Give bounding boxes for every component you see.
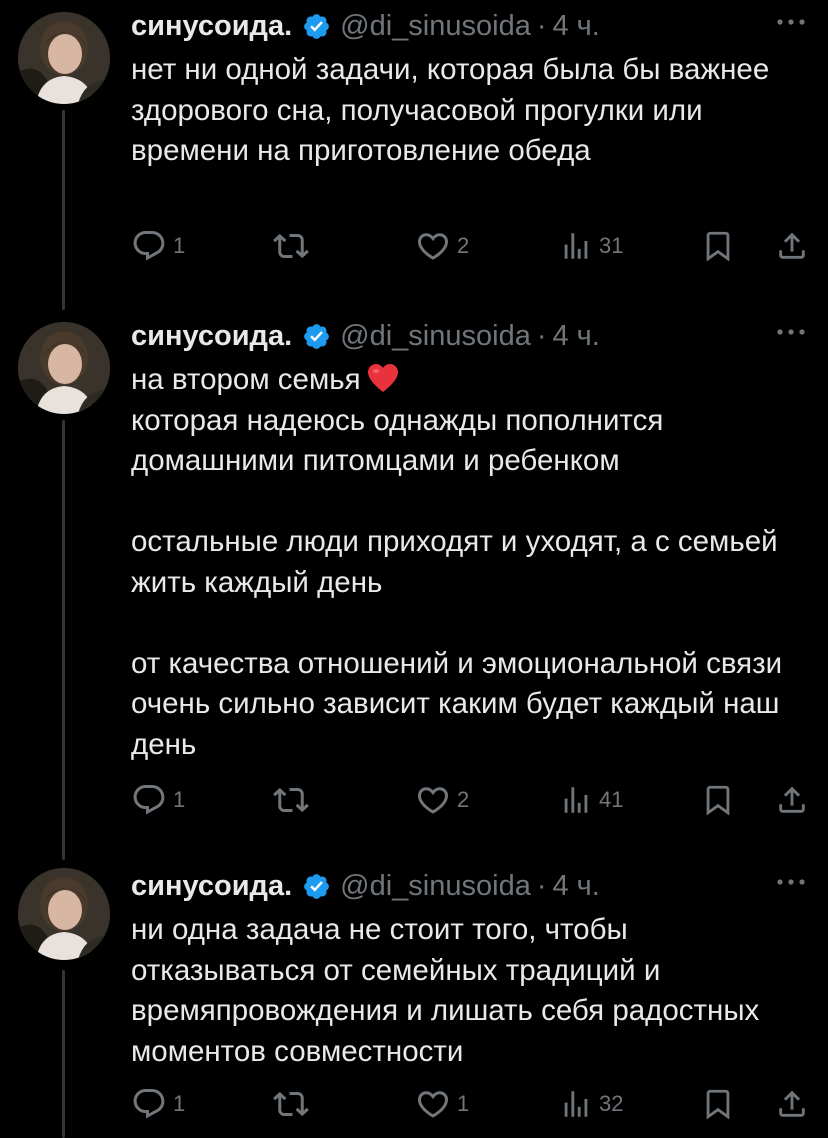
tweet-paragraph: которая надеюсь однажды пополнится домаш…: [131, 403, 672, 478]
share-button[interactable]: [775, 778, 809, 822]
tweet-header: синусоида. @di_sinusoida · 4 ч.: [131, 866, 600, 906]
bookmark-icon: [706, 231, 730, 262]
views-icon: [564, 233, 588, 259]
views-count: 41: [599, 787, 624, 812]
author-handle[interactable]: @di_sinusoida: [340, 320, 531, 353]
share-icon: [779, 232, 805, 259]
heart-icon: [417, 787, 449, 814]
views-button[interactable]: 32: [559, 1082, 623, 1126]
like-button[interactable]: 2: [415, 778, 469, 822]
views-icon: [564, 787, 588, 813]
heart-icon: [417, 1091, 449, 1118]
verified-badge-icon: [302, 872, 331, 901]
retweet-button[interactable]: [273, 778, 309, 822]
share-icon: [779, 786, 805, 813]
avatar-photo: [18, 868, 110, 960]
bookmark-icon: [706, 1089, 730, 1120]
share-button[interactable]: [775, 1082, 809, 1126]
retweet-icon: [273, 1091, 309, 1117]
tweet-paragraph: от качества отношений и эмоциональной св…: [131, 646, 791, 761]
reply-icon: [133, 785, 165, 815]
tweet-header: синусоида. @di_sinusoida · 4 ч.: [131, 316, 600, 356]
views-button[interactable]: 41: [559, 778, 623, 822]
tweet-actions: 1 2 41: [131, 778, 811, 822]
reply-icon: [133, 1089, 165, 1119]
author-handle[interactable]: @di_sinusoida: [340, 10, 531, 43]
reply-count: 1: [173, 787, 186, 812]
avatar[interactable]: [18, 322, 110, 414]
thread-connector-line: [62, 970, 65, 1138]
avatar-photo: [18, 322, 110, 414]
tweet-actions: 1 2 31: [131, 224, 811, 268]
retweet-icon: [273, 233, 309, 259]
tweet[interactable]: синусоида. @di_sinusoida · 4 ч. ни одна …: [0, 860, 828, 1138]
retweet-button[interactable]: [273, 224, 309, 268]
tweet-paragraph: ни одна задача не стоит того, чтобы отка…: [131, 913, 768, 1068]
like-button[interactable]: 1: [415, 1082, 469, 1126]
tweet-timestamp[interactable]: 4 ч.: [553, 870, 600, 903]
more-dots-icon[interactable]: [774, 322, 808, 342]
verified-badge-icon: [302, 322, 331, 351]
tweet-thread: синусоида. @di_sinusoida · 4 ч. нет ни о…: [0, 0, 828, 1138]
reply-count: 1: [173, 1091, 186, 1116]
thread-connector-line: [62, 110, 65, 310]
bookmark-button[interactable]: [701, 224, 735, 268]
tweet-paragraph-blank: [131, 603, 791, 644]
author-name[interactable]: синусоида.: [131, 320, 292, 353]
tweet-timestamp[interactable]: 4 ч.: [553, 10, 600, 43]
tweet[interactable]: синусоида. @di_sinusoida · 4 ч. нет ни о…: [0, 0, 828, 310]
like-button[interactable]: 2: [415, 224, 469, 268]
separator-dot: ·: [536, 9, 547, 42]
separator-dot: ·: [536, 869, 547, 902]
reply-count: 1: [173, 233, 186, 258]
reply-button[interactable]: 1: [131, 224, 185, 268]
tweet-line: на втором семья: [131, 363, 361, 396]
like-count: 2: [457, 233, 470, 258]
views-button[interactable]: 31: [559, 224, 623, 268]
avatar-photo: [18, 12, 110, 104]
reply-button[interactable]: 1: [131, 778, 185, 822]
reply-button[interactable]: 1: [131, 1082, 185, 1126]
bookmark-button[interactable]: [701, 778, 735, 822]
author-name[interactable]: синусоида.: [131, 870, 292, 903]
author-name[interactable]: синусоида.: [131, 10, 292, 43]
tweet-header: синусоида. @di_sinusoida · 4 ч.: [131, 6, 600, 46]
heart-icon: [417, 233, 449, 260]
tweet-paragraph-blank: [131, 482, 791, 523]
more-dots-icon[interactable]: [774, 12, 808, 32]
tweet-text: ни одна задача не стоит того, чтобы отка…: [131, 910, 791, 1072]
author-handle[interactable]: @di_sinusoida: [340, 870, 531, 903]
tweet-timestamp[interactable]: 4 ч.: [553, 320, 600, 353]
like-count: 1: [457, 1091, 470, 1116]
tweet-paragraph: на втором семья: [131, 360, 791, 401]
verified-badge-icon: [302, 12, 331, 41]
tweet-actions: 1 1 32: [131, 1082, 811, 1126]
tweet-paragraph: нет ни одной задачи, которая была бы важ…: [131, 53, 778, 167]
avatar[interactable]: [18, 868, 110, 960]
bookmark-icon: [706, 785, 730, 816]
share-button[interactable]: [775, 224, 809, 268]
retweet-icon: [273, 787, 309, 813]
avatar[interactable]: [18, 12, 110, 104]
share-icon: [779, 1090, 805, 1117]
tweet-paragraph: остальные люди приходят и уходят, а с се…: [131, 525, 786, 599]
more-dots-icon[interactable]: [774, 872, 808, 892]
tweet[interactable]: синусоида. @di_sinusoida · 4 ч. на второ…: [0, 310, 828, 860]
views-count: 32: [599, 1091, 624, 1116]
tweet-text: на втором семья которая надеюсь однажды …: [131, 360, 791, 765]
reply-icon: [133, 231, 165, 261]
tweet-text: нет ни одной задачи, которая была бы важ…: [131, 50, 791, 172]
red-heart-emoji: [367, 363, 399, 393]
thread-connector-line: [62, 420, 65, 860]
bookmark-button[interactable]: [701, 1082, 735, 1126]
views-count: 31: [599, 233, 624, 258]
like-count: 2: [457, 787, 470, 812]
retweet-button[interactable]: [273, 1082, 309, 1126]
views-icon: [564, 1091, 588, 1117]
separator-dot: ·: [536, 319, 547, 352]
